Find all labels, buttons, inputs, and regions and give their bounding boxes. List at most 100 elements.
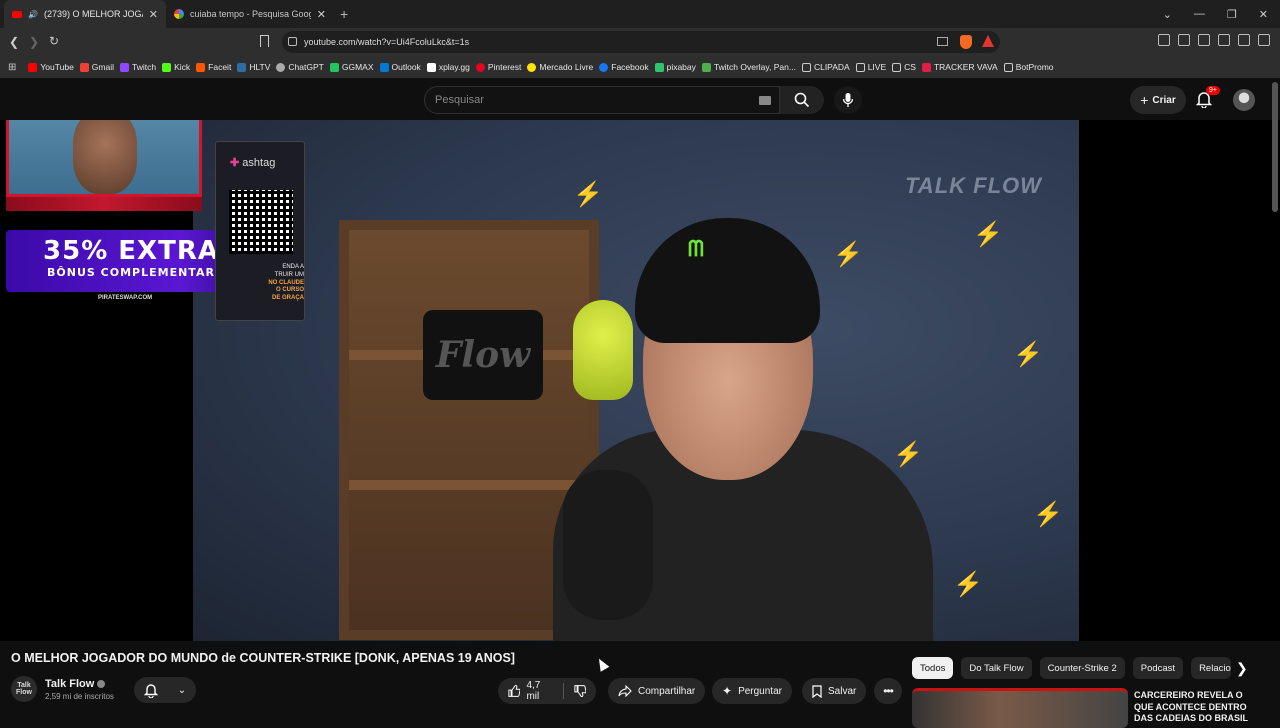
- related-video-item[interactable]: CARCEREIRO REVELA O QUE ACONTECE DENTRO …: [912, 688, 1272, 728]
- bookmark-facebook[interactable]: Facebook: [599, 62, 649, 72]
- create-button[interactable]: + Criar: [1130, 86, 1186, 114]
- plus-icon: +: [1140, 92, 1149, 108]
- keyboard-icon[interactable]: [759, 96, 771, 105]
- bookmark-folder-clipada[interactable]: CLIPADA: [801, 62, 850, 72]
- like-dislike-group: 4,7 mil: [498, 678, 596, 704]
- bookmark-faceit[interactable]: Faceit: [196, 62, 231, 72]
- subscription-notifications-button[interactable]: ⌄: [134, 677, 196, 703]
- close-tab-icon[interactable]: ✕: [317, 8, 326, 21]
- more-actions-button[interactable]: •••: [874, 678, 902, 704]
- save-label: Salvar: [828, 685, 857, 697]
- share-label: Compartilhar: [638, 685, 696, 697]
- back-icon[interactable]: ❮: [4, 35, 24, 49]
- youtube-header: Pesquisar + Criar 9+: [0, 80, 1280, 120]
- wallet-icon[interactable]: [1198, 34, 1210, 46]
- chip-do-talk-flow[interactable]: Do Talk Flow: [961, 657, 1032, 679]
- cast-icon[interactable]: [937, 37, 948, 46]
- dislike-icon[interactable]: [573, 684, 586, 698]
- like-count[interactable]: 4,7 mil: [526, 680, 552, 702]
- bookmark-kick[interactable]: Kick: [162, 62, 190, 72]
- chip-relacionados[interactable]: Relacio: [1191, 657, 1232, 679]
- bell-ringing-icon: [143, 684, 158, 698]
- bookmark-youtube[interactable]: YouTube: [28, 62, 74, 72]
- bookmark-gmail[interactable]: Gmail: [79, 62, 114, 72]
- chip-podcast[interactable]: Podcast: [1132, 657, 1184, 679]
- ask-button[interactable]: ✦ Perguntar: [712, 678, 792, 704]
- menu-icon[interactable]: [1258, 34, 1270, 46]
- google-favicon-icon: [174, 9, 184, 19]
- bookmark-folder-botpromo[interactable]: BotPromo: [1003, 62, 1054, 72]
- bookmark-twitch[interactable]: Twitch: [120, 62, 156, 72]
- address-toolbar: ❮ ❯ ↻ youtube.com/watch?v=Ui4FcoluLkc&t=…: [0, 28, 1280, 56]
- chevron-down-icon: ⌄: [177, 684, 187, 696]
- search-button[interactable]: [780, 86, 824, 114]
- bookmark-xplay[interactable]: xplay.gg: [426, 62, 470, 72]
- bookmark-pinterest[interactable]: Pinterest: [475, 62, 521, 72]
- faceit-icon: [196, 62, 206, 72]
- bookmark-page-icon[interactable]: [260, 35, 269, 47]
- pixabay-icon: [654, 62, 664, 72]
- like-icon[interactable]: [508, 684, 521, 698]
- tab-google[interactable]: cuiaba tempo - Pesquisa Google ✕: [166, 0, 334, 28]
- subscriber-count: 2,59 mi de inscritos: [45, 691, 114, 701]
- tab-youtube[interactable]: 🔊 (2739) O MELHOR JOGADOR ✕: [4, 0, 166, 28]
- forward-icon[interactable]: ❯: [24, 35, 44, 49]
- brave-rewards-icon[interactable]: [982, 35, 994, 47]
- chip-todos[interactable]: Todos: [912, 657, 954, 679]
- site-info-icon[interactable]: [288, 37, 297, 46]
- sidebar-icon[interactable]: [1178, 34, 1190, 46]
- ggmax-icon: [329, 62, 339, 72]
- window-controls: ⌄ — ❐ ✕: [1163, 0, 1280, 28]
- brave-shield-icon[interactable]: [960, 35, 972, 49]
- search-icon: [794, 92, 810, 108]
- folder-icon: [855, 62, 865, 72]
- account-avatar[interactable]: [1233, 89, 1255, 111]
- apps-grid-icon[interactable]: ⊞: [8, 62, 16, 73]
- bookmark-folder-live[interactable]: LIVE: [855, 62, 886, 72]
- close-window-icon[interactable]: ✕: [1259, 8, 1268, 21]
- bookmark-twitch-overlay[interactable]: Twitch Overlay, Pan...: [701, 62, 796, 72]
- bookmark-outlook[interactable]: Outlook: [379, 62, 421, 72]
- new-tab-icon[interactable]: +: [340, 6, 348, 22]
- related-video-thumbnail[interactable]: [912, 688, 1128, 728]
- youtube-favicon-icon: [12, 10, 22, 18]
- hashtag-logo: ✚ ashtag: [230, 157, 276, 169]
- chip-counter-strike-2[interactable]: Counter-Strike 2: [1039, 657, 1125, 679]
- bookmark-ggmax[interactable]: GGMAX: [329, 62, 374, 72]
- monster-logo-icon: ᗰ: [688, 236, 704, 261]
- leo-ai-icon[interactable]: [1218, 34, 1230, 46]
- channel-name-link[interactable]: Talk Flow: [45, 678, 114, 690]
- minimize-icon[interactable]: —: [1194, 8, 1205, 20]
- share-button[interactable]: Compartilhar: [608, 678, 706, 704]
- channel-avatar[interactable]: Talk Flow: [11, 676, 37, 702]
- page-scrollbar[interactable]: [1272, 82, 1278, 212]
- save-bookmark-icon: [812, 684, 822, 698]
- chevron-right-icon[interactable]: ❯: [1236, 660, 1248, 677]
- share-icon: [618, 685, 632, 697]
- bookmark-chatgpt[interactable]: ChatGPT: [276, 62, 324, 72]
- video-frame: Flow ⚡ ⚡ ⚡ ⚡ ⚡ ⚡ ⚡ TALK FLOW ᗰ: [193, 120, 1079, 641]
- streamer-webcam: [6, 120, 202, 197]
- voice-search-button[interactable]: [834, 86, 862, 114]
- xplay-icon: [426, 62, 436, 72]
- restore-icon[interactable]: ❐: [1227, 8, 1237, 21]
- url-field[interactable]: youtube.com/watch?v=Ui4FcoluLkc&t=1s: [282, 31, 1000, 53]
- bookmark-pixabay[interactable]: pixabay: [654, 62, 696, 72]
- microphone-icon: [842, 93, 854, 107]
- hashtag-caption: ENDA A TRUIR UM NO CLAUDE O CURSO DE GRA…: [268, 264, 304, 302]
- vpn-icon[interactable]: [1238, 34, 1250, 46]
- video-player[interactable]: Flow ⚡ ⚡ ⚡ ⚡ ⚡ ⚡ ⚡ TALK FLOW ᗰ 35% EXTRA…: [0, 120, 1280, 641]
- speaker-icon[interactable]: 🔊: [28, 10, 38, 19]
- folder-icon: [892, 62, 902, 72]
- search-input[interactable]: Pesquisar: [424, 86, 780, 114]
- bookmark-mercado-livre[interactable]: Mercado Livre: [527, 62, 593, 72]
- bookmark-tracker-vava[interactable]: TRACKER VAVA: [921, 62, 998, 72]
- video-title: O MELHOR JOGADOR DO MUNDO de COUNTER-STR…: [11, 651, 515, 665]
- reload-icon[interactable]: ↻: [44, 34, 64, 48]
- tab-search-icon[interactable]: ⌄: [1163, 8, 1172, 21]
- bookmark-hltv[interactable]: HLTV: [237, 62, 270, 72]
- close-tab-icon[interactable]: ✕: [149, 8, 158, 21]
- bookmark-folder-cs[interactable]: CS: [892, 62, 916, 72]
- save-button[interactable]: Salvar: [802, 678, 867, 704]
- music-icon[interactable]: [1158, 34, 1170, 46]
